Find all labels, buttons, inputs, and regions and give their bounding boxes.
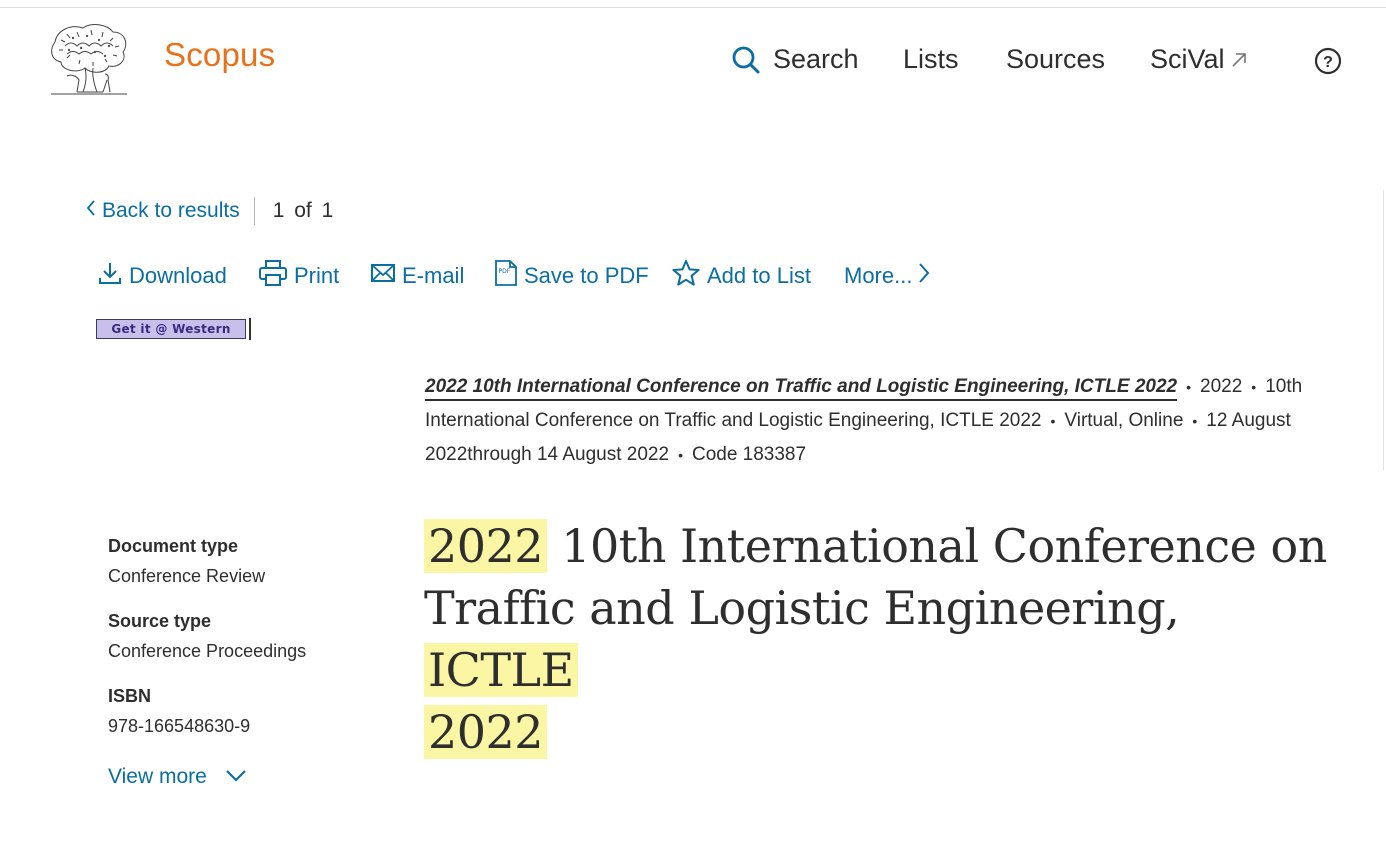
bullet: • xyxy=(1050,413,1056,429)
back-to-results-label: Back to results xyxy=(102,199,240,222)
document-type-section: Document type Conference Review xyxy=(108,536,265,587)
print-label: Print xyxy=(294,263,340,288)
more-button[interactable]: More... xyxy=(844,261,936,291)
nav-scival-label: SciVal xyxy=(1150,44,1225,74)
nav-sources[interactable]: Sources xyxy=(1006,44,1105,75)
save-to-pdf-label: Save to PDF xyxy=(524,263,649,288)
svg-text:PDF: PDF xyxy=(499,268,511,275)
nav-search-label: Search xyxy=(773,44,859,74)
source-code: Code 183387 xyxy=(691,444,807,465)
search-icon xyxy=(731,45,761,75)
top-divider xyxy=(0,7,1386,8)
title-text: 10th International Conference on Traffic… xyxy=(424,519,1327,635)
source-type-section: Source type Conference Proceedings xyxy=(108,611,306,662)
bullet: • xyxy=(1186,379,1191,395)
elsevier-tree-logo[interactable] xyxy=(47,22,131,98)
nav-lists[interactable]: Lists xyxy=(903,44,959,75)
view-more-button[interactable]: View more xyxy=(108,765,247,789)
nav-scival[interactable]: SciVal xyxy=(1150,44,1247,75)
title-highlight: ICTLE xyxy=(424,643,578,697)
source-location: Virtual, Online xyxy=(1064,410,1184,431)
source-info: 2022 10th International Conference on Tr… xyxy=(425,370,1340,472)
chevron-right-icon xyxy=(918,262,936,290)
get-it-western-button[interactable]: Get it @ Western xyxy=(96,319,246,339)
add-to-list-button[interactable]: Add to List xyxy=(671,259,811,293)
email-label: E-mail xyxy=(402,263,465,288)
source-title-link[interactable]: 2022 10th International Conference on Tr… xyxy=(425,376,1178,401)
isbn-value: 978-166548630-9 xyxy=(108,716,251,736)
cursor-bar xyxy=(249,318,251,340)
download-button[interactable]: Download xyxy=(97,261,227,291)
star-icon xyxy=(671,259,707,293)
add-to-list-label: Add to List xyxy=(707,263,811,288)
nav-lists-label: Lists xyxy=(903,44,959,74)
scopus-brand[interactable]: Scopus xyxy=(164,36,275,74)
svg-text:?: ? xyxy=(1323,54,1333,71)
document-type-value: Conference Review xyxy=(108,566,266,586)
title-highlight: 2022 xyxy=(424,519,548,573)
external-link-icon xyxy=(1231,52,1247,68)
results-navigation: Back to results 1 of 1 xyxy=(86,197,333,225)
nav-search[interactable]: Search xyxy=(731,44,859,75)
chevron-down-icon xyxy=(225,765,247,789)
divider xyxy=(253,197,255,225)
download-icon xyxy=(97,260,129,292)
isbn-section: ISBN 978-166548630-9 xyxy=(108,686,250,737)
result-pager: 1 of 1 xyxy=(272,199,334,222)
print-button[interactable]: Print xyxy=(258,259,340,293)
download-label: Download xyxy=(129,263,227,288)
more-label: More... xyxy=(844,263,913,288)
right-divider xyxy=(1383,190,1384,470)
chevron-left-icon xyxy=(86,199,96,223)
email-button[interactable]: E-mail xyxy=(370,261,464,291)
source-year: 2022 xyxy=(1200,376,1243,397)
document-type-label: Document type xyxy=(108,536,239,556)
save-to-pdf-button[interactable]: PDF Save to PDF xyxy=(494,259,649,293)
nav-sources-label: Sources xyxy=(1006,44,1106,74)
isbn-label: ISBN xyxy=(108,686,152,706)
print-icon xyxy=(258,259,294,293)
pdf-icon: PDF xyxy=(494,259,524,293)
source-type-value: Conference Proceedings xyxy=(108,641,307,661)
title-highlight: 2022 xyxy=(424,705,548,759)
document-title: 2022 10th International Conference on Tr… xyxy=(424,515,1344,763)
help-icon[interactable]: ? xyxy=(1314,47,1342,75)
back-to-results-link[interactable]: Back to results xyxy=(86,199,240,223)
view-more-label: View more xyxy=(108,765,207,788)
bullet: • xyxy=(1192,413,1198,429)
email-icon xyxy=(370,262,402,290)
bullet: • xyxy=(678,447,683,463)
source-type-label: Source type xyxy=(108,611,212,631)
bullet: • xyxy=(1251,379,1257,395)
